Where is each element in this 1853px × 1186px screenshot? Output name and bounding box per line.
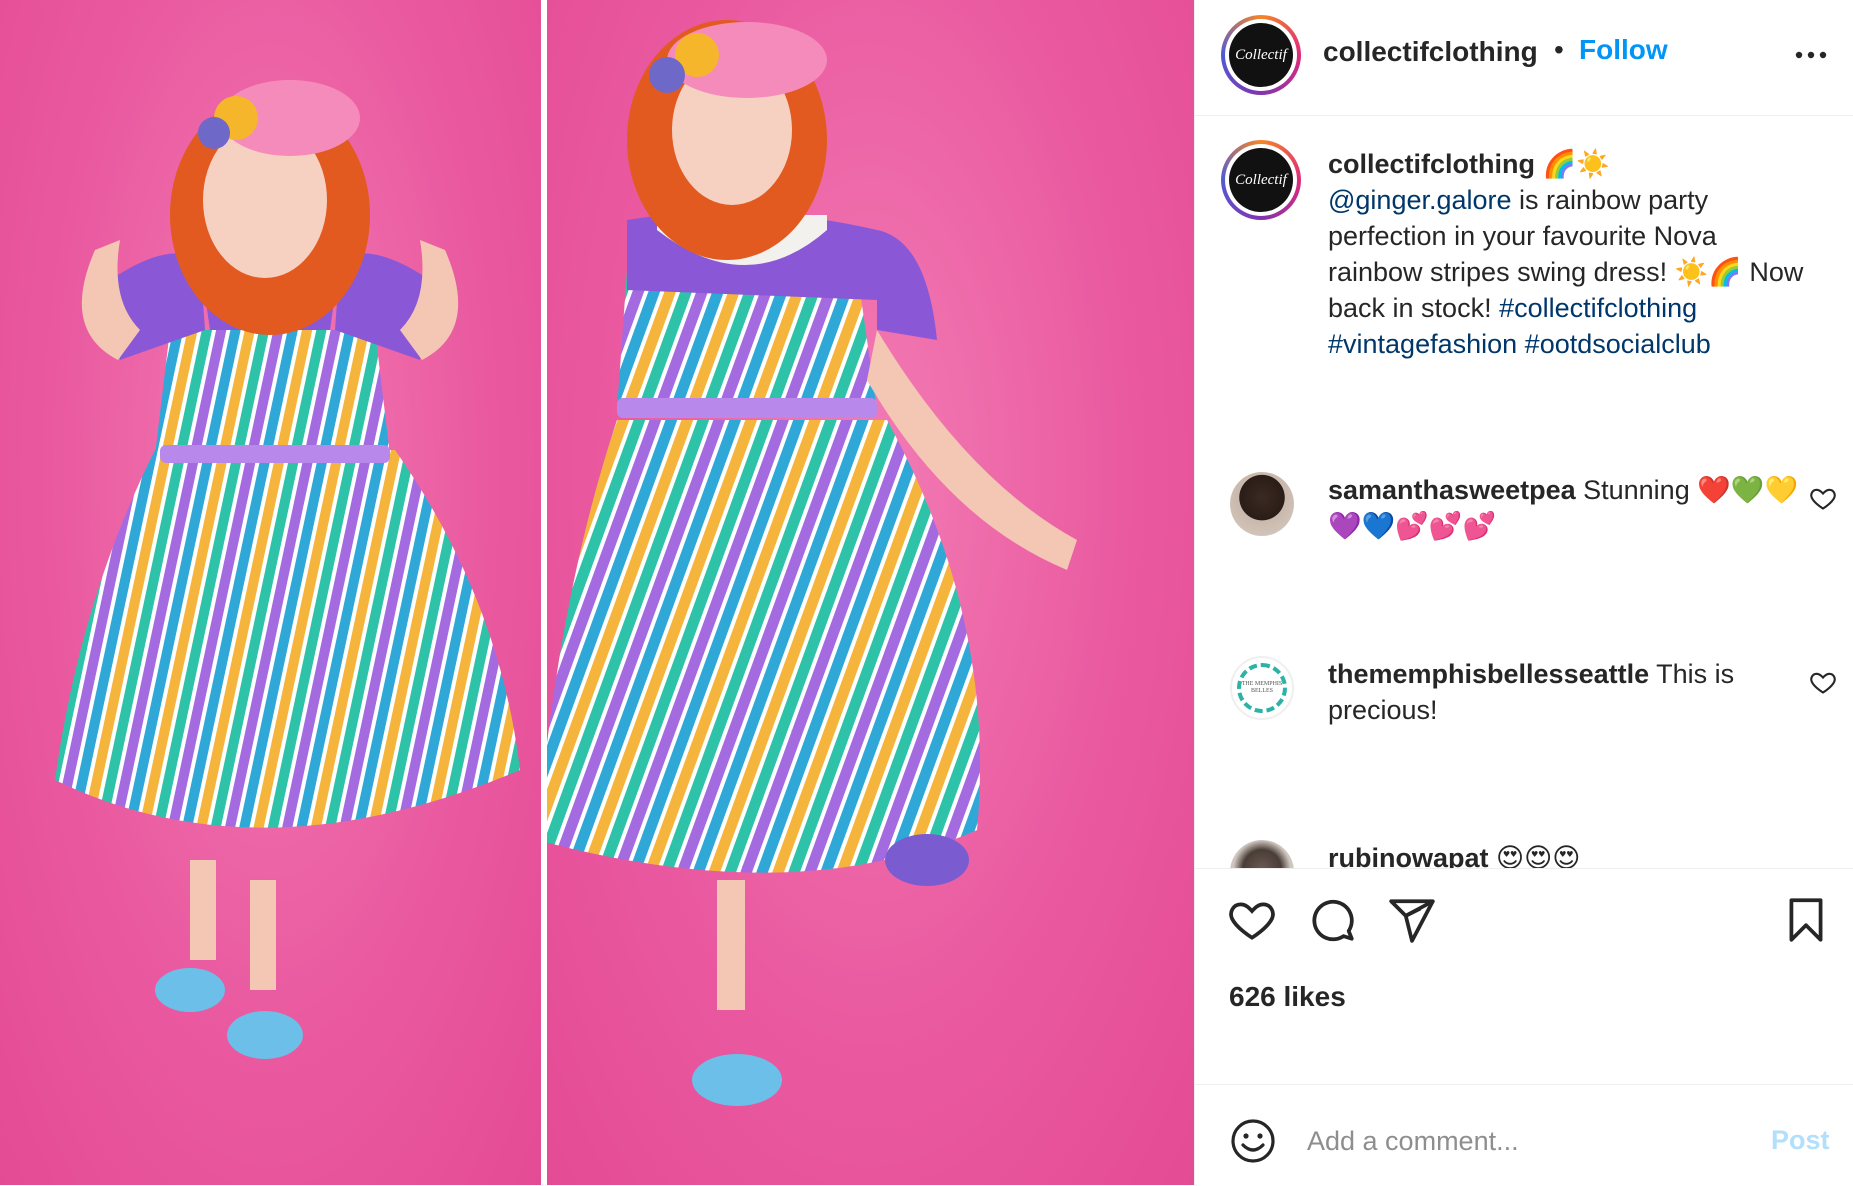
comment-username[interactable]: thememphisbellesseattle bbox=[1328, 659, 1649, 689]
heart-icon[interactable] bbox=[1227, 895, 1277, 945]
comment-item: rubinowapat 😍😍😍 bbox=[1195, 840, 1853, 868]
comment-text: samanthasweetpea Stunning ❤️💚💛💜💙💕💕💕 bbox=[1328, 472, 1818, 544]
hashtag-vintagefashion[interactable]: #vintagefashion bbox=[1328, 329, 1517, 359]
header-separator: • bbox=[1554, 34, 1564, 65]
post-media[interactable] bbox=[0, 0, 1194, 1185]
comment-like-heart-icon[interactable] bbox=[1809, 668, 1837, 696]
comment-item: samanthasweetpea Stunning ❤️💚💛💜💙💕💕💕 bbox=[1195, 472, 1853, 582]
comment-item: THE MEMPHIS BELLES thememphisbellesseatt… bbox=[1195, 656, 1853, 766]
comment-input[interactable] bbox=[1305, 1115, 1769, 1167]
account-avatar[interactable]: Collectif bbox=[1221, 15, 1301, 95]
follow-button[interactable]: Follow bbox=[1579, 34, 1668, 66]
caption-mention[interactable]: @ginger.galore bbox=[1328, 185, 1512, 215]
comment-text: rubinowapat 😍😍😍 bbox=[1328, 840, 1818, 868]
more-horizontal-icon[interactable] bbox=[1791, 40, 1831, 70]
post-header: Collectif collectifclothing • Follow bbox=[1195, 0, 1853, 116]
comment-icon[interactable] bbox=[1307, 895, 1357, 945]
header-username[interactable]: collectifclothing bbox=[1323, 36, 1538, 68]
caption-emoji: 🌈☀️ bbox=[1542, 149, 1610, 179]
hashtag-collectifclothing[interactable]: #collectifclothing bbox=[1499, 293, 1697, 323]
comments-list[interactable]: Collectif collectifclothing 🌈☀️ @ginger.… bbox=[1195, 116, 1853, 868]
likes-count[interactable]: 626 likes bbox=[1229, 981, 1346, 1013]
share-icon[interactable] bbox=[1387, 895, 1437, 945]
collectif-logo: Collectif bbox=[1229, 23, 1293, 87]
smiley-icon[interactable] bbox=[1229, 1117, 1277, 1165]
model-illustration-right bbox=[547, 20, 1077, 1106]
hashtag-ootdsocialclub[interactable]: #ootdsocialclub bbox=[1525, 329, 1711, 359]
bookmark-icon[interactable] bbox=[1781, 895, 1831, 945]
memphis-belles-logo: THE MEMPHIS BELLES bbox=[1237, 663, 1287, 713]
model-illustration-left bbox=[55, 80, 520, 1059]
caption: Collectif collectifclothing 🌈☀️ @ginger.… bbox=[1195, 140, 1853, 360]
photo-left bbox=[0, 0, 541, 1185]
post-actions: 626 likes bbox=[1195, 868, 1853, 1085]
caption-username[interactable]: collectifclothing bbox=[1328, 149, 1535, 179]
post-side-panel: Collectif collectifclothing • Follow Col… bbox=[1194, 0, 1853, 1185]
post-comment-button[interactable]: Post bbox=[1771, 1125, 1830, 1156]
comment-username[interactable]: samanthasweetpea bbox=[1328, 475, 1576, 505]
comment-like-heart-icon[interactable] bbox=[1809, 484, 1837, 512]
commenter-avatar[interactable]: THE MEMPHIS BELLES bbox=[1230, 656, 1294, 720]
commenter-avatar[interactable] bbox=[1230, 472, 1294, 536]
photo-right bbox=[547, 0, 1194, 1185]
caption-avatar[interactable]: Collectif bbox=[1221, 140, 1301, 220]
caption-text: collectifclothing 🌈☀️ @ginger.galore is … bbox=[1328, 146, 1818, 362]
commenter-avatar[interactable] bbox=[1230, 840, 1294, 868]
comment-text: thememphisbellesseattle This is precious… bbox=[1328, 656, 1818, 728]
comment-body: 😍😍😍 bbox=[1488, 843, 1581, 868]
comment-username[interactable]: rubinowapat bbox=[1328, 843, 1489, 868]
add-comment-bar: Post bbox=[1195, 1084, 1853, 1186]
collectif-logo: Collectif bbox=[1229, 148, 1293, 212]
